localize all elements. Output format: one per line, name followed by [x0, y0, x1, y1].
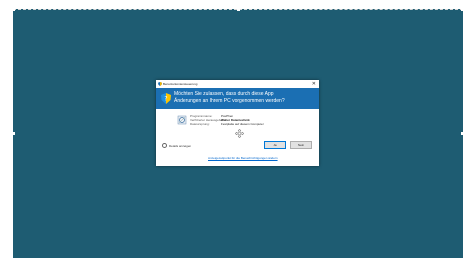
- selection-handle[interactable]: [12, 8, 15, 11]
- selection-handle[interactable]: [461, 8, 464, 11]
- show-details-label: Details anzeigen: [169, 143, 192, 148]
- move-cursor-icon: [235, 129, 244, 138]
- chevron-down-icon: [162, 143, 167, 148]
- uac-shield-icon: ?: [161, 93, 171, 104]
- shield-icon: [158, 82, 162, 86]
- uac-dialog: Benutzerkontensteuerung ✕ ? Möchten Sie …: [156, 80, 319, 166]
- details-list: Programmname: PcePhen Verifizierter Hera…: [190, 114, 264, 126]
- selection-handle[interactable]: [237, 8, 240, 11]
- dialog-titlebar: Benutzerkontensteuerung ✕: [156, 80, 319, 88]
- notification-settings-link[interactable]: Anzeigezeitpunkt für die Benachrichtigun…: [208, 156, 278, 160]
- close-button[interactable]: ✕: [312, 81, 316, 87]
- question-line: Änderungen an Ihrem PC vorgenommen werde…: [174, 97, 285, 104]
- detail-label: Dateiursprung:: [190, 122, 210, 126]
- detail-value: Festplatte auf diesem Computer: [221, 122, 264, 126]
- question-text: Möchten Sie zulassen, dass durch diese A…: [174, 91, 314, 104]
- app-icon: [177, 115, 187, 125]
- no-button[interactable]: Nein: [290, 141, 312, 149]
- dialog-title: Benutzerkontensteuerung: [163, 82, 198, 86]
- dialog-header: ? Möchten Sie zulassen, dass durch diese…: [156, 88, 319, 109]
- show-details-toggle[interactable]: Details anzeigen: [162, 143, 191, 148]
- selection-handle[interactable]: [12, 132, 15, 135]
- selection-handle[interactable]: [461, 132, 464, 135]
- svg-text:?: ?: [164, 96, 167, 103]
- detail-row: Dateiursprung: Festplatte auf diesem Com…: [190, 122, 264, 126]
- yes-button[interactable]: Ja: [264, 141, 286, 149]
